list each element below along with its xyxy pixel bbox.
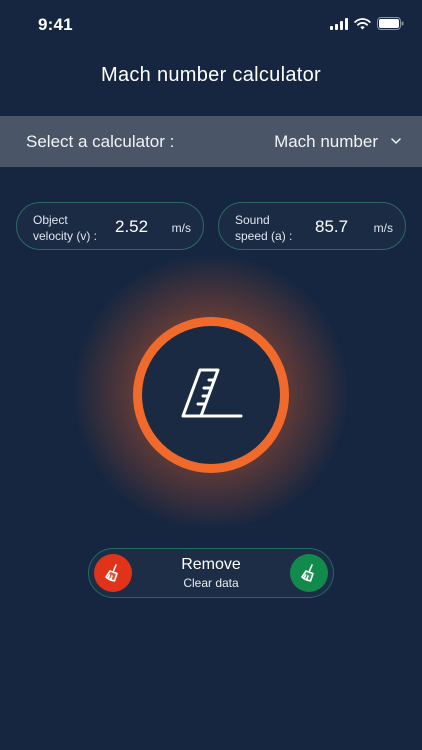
- broom-icon: [301, 564, 314, 582]
- page-title: Mach number calculator: [100, 64, 322, 86]
- wifi-icon: [354, 17, 371, 29]
- sound-speed-input[interactable]: Sound speed (a) : 85.7 m/s: [218, 202, 406, 250]
- calculator-selector[interactable]: Select a calculator : Mach number: [0, 116, 422, 167]
- battery-icon: [377, 17, 404, 30]
- status-icons: [330, 17, 404, 30]
- ruler-pencil-icon: [181, 368, 243, 418]
- object-velocity-unit: m/s: [171, 221, 191, 235]
- sound-speed-value[interactable]: 85.7: [315, 217, 348, 237]
- remove-bar[interactable]: Remove Clear data: [88, 548, 334, 598]
- status-bar: 9:41: [0, 0, 422, 52]
- calculate-button[interactable]: [133, 317, 289, 473]
- object-velocity-input[interactable]: Object velocity (v) : 2.52 m/s: [16, 202, 204, 250]
- selector-label: Select a calculator :: [26, 132, 175, 151]
- object-velocity-label: Object velocity (v) :: [33, 213, 98, 243]
- cellular-signal-icon: [330, 17, 348, 30]
- sound-speed-unit: m/s: [373, 221, 393, 235]
- status-time: 9:41: [38, 15, 73, 34]
- object-velocity-value[interactable]: 2.52: [115, 217, 148, 237]
- clear-button-right[interactable]: [290, 554, 328, 592]
- sound-speed-label: Sound speed (a) :: [235, 213, 293, 243]
- selector-value[interactable]: Mach number: [274, 132, 378, 152]
- chevron-down-icon[interactable]: [390, 135, 402, 147]
